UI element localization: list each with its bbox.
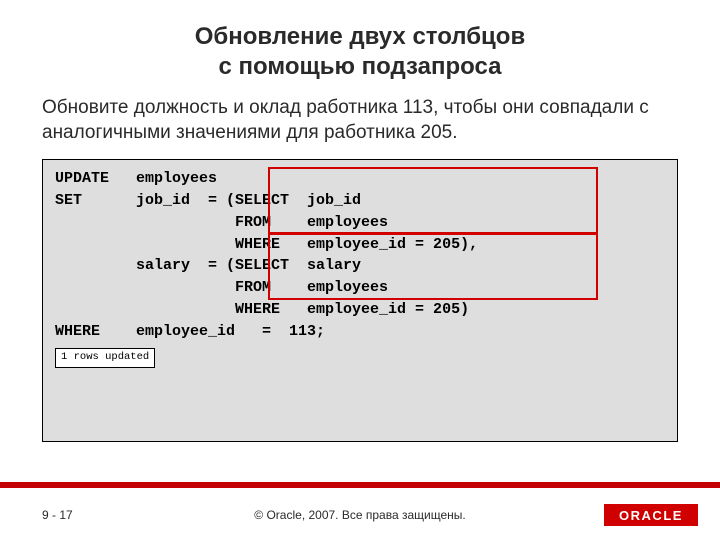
instruction-text: Обновите должность и оклад работника 113… [0,82,720,157]
sql-code: UPDATE employees SET job_id = (SELECT jo… [55,170,478,339]
sql-code-block: UPDATE employees SET job_id = (SELECT jo… [42,159,678,441]
title-line2: с помощью подзапроса [0,52,720,82]
title-line1: Обновление двух столбцов [195,23,525,50]
slide-container: Обновление двух столбцов с помощью подза… [0,0,720,540]
footer-stripe [0,482,720,488]
slide-title: Обновление двух столбцов с помощью подза… [0,0,720,82]
footer-bar: 9 - 17 © Oracle, 2007. Все права защищен… [0,500,720,540]
oracle-logo: ORACLE [604,504,698,526]
status-message: 1 rows updated [55,348,155,367]
